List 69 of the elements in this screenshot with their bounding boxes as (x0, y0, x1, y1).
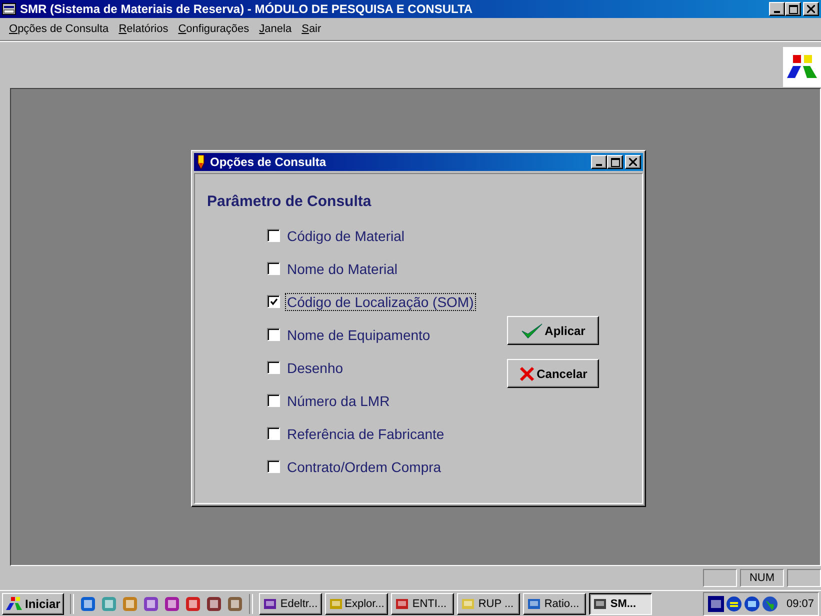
app-icon (263, 596, 278, 610)
app-icon (527, 596, 542, 610)
checkbox[interactable] (267, 394, 280, 407)
maximize-icon (788, 4, 798, 14)
cancel-button[interactable]: Cancelar (507, 359, 599, 388)
window-icon (2, 3, 16, 15)
checkbox[interactable] (267, 229, 280, 242)
maximize-button[interactable] (607, 155, 623, 169)
option-label: Contrato/Ordem Compra (286, 458, 442, 476)
menu-item[interactable]: Sair (296, 23, 326, 35)
checkbox[interactable] (267, 427, 280, 440)
minimize-button[interactable] (591, 155, 607, 169)
status-indicator: NUM (740, 569, 784, 587)
quick-launch-icon[interactable] (206, 596, 222, 612)
maximize-button[interactable] (785, 2, 801, 16)
checkmark-icon (520, 322, 543, 338)
option-label: Referência de Fabricante (286, 424, 446, 442)
option-label: Número da LMR (286, 392, 391, 410)
status-panel (703, 569, 737, 587)
maximize-icon (610, 158, 620, 166)
quick-launch-icon[interactable] (227, 596, 244, 612)
menu-item[interactable]: Configurações (173, 23, 254, 35)
x-icon (518, 366, 535, 382)
checkbox[interactable] (267, 295, 280, 308)
quick-launch-icon[interactable] (185, 596, 202, 612)
dialog-title: Opções de Consulta (210, 155, 328, 169)
language-icon[interactable] (708, 596, 724, 612)
bulb-icon (196, 155, 206, 169)
window-title: SMR (Sistema de Materiais de Reserva) - MÓDULO DE PESQUISA E CONSULTA (20, 2, 474, 16)
option-label: Desenho (286, 358, 344, 376)
taskbar-button[interactable]: Explor... (325, 592, 388, 614)
checkbox[interactable] (267, 361, 280, 374)
option-label: Nome do Material (286, 260, 398, 278)
close-button[interactable] (803, 2, 819, 16)
section-heading: Parâmetro de Consulta (207, 193, 372, 210)
tray-icon[interactable] (744, 596, 760, 612)
quick-launch-icon[interactable] (143, 596, 160, 612)
logo-icon (783, 47, 821, 87)
app-icon (461, 596, 476, 610)
checkbox[interactable] (267, 328, 280, 341)
tray-icon[interactable] (726, 596, 742, 612)
close-icon (629, 158, 637, 166)
quick-launch-icon[interactable] (80, 596, 96, 612)
quick-launch-icon[interactable] (164, 596, 180, 612)
menu-item[interactable]: Relatórios (114, 23, 174, 35)
option-label: Código de Material (286, 226, 406, 244)
app-icon (593, 596, 608, 610)
taskbar-button[interactable]: SM... (589, 592, 652, 614)
checkbox[interactable] (267, 262, 280, 275)
close-button[interactable] (625, 155, 641, 169)
option-label: Nome de Equipamento (286, 326, 432, 344)
clock: 09:07 (786, 598, 814, 610)
logo-icon (6, 596, 22, 610)
app-icon (329, 596, 342, 610)
globe-icon[interactable] (762, 596, 778, 612)
taskbar-button[interactable]: RUP ... (457, 592, 520, 614)
checkbox[interactable] (267, 460, 280, 473)
status-panel (787, 569, 821, 587)
taskbar-button[interactable]: Edeltr... (259, 592, 322, 614)
taskbar-button[interactable]: ENTI... (391, 592, 454, 614)
option-label: Código de Localização (SOM) (285, 292, 476, 310)
taskbar-button[interactable]: Ratio... (523, 592, 586, 614)
app-icon (395, 596, 410, 610)
menu-item[interactable]: Opções de Consulta (4, 23, 114, 35)
start-button[interactable]: Iniciar (2, 592, 64, 614)
minimize-button[interactable] (769, 2, 785, 16)
apply-button[interactable]: Aplicar (507, 316, 599, 345)
close-icon (807, 5, 815, 13)
menu-item[interactable]: Janela (254, 23, 297, 35)
